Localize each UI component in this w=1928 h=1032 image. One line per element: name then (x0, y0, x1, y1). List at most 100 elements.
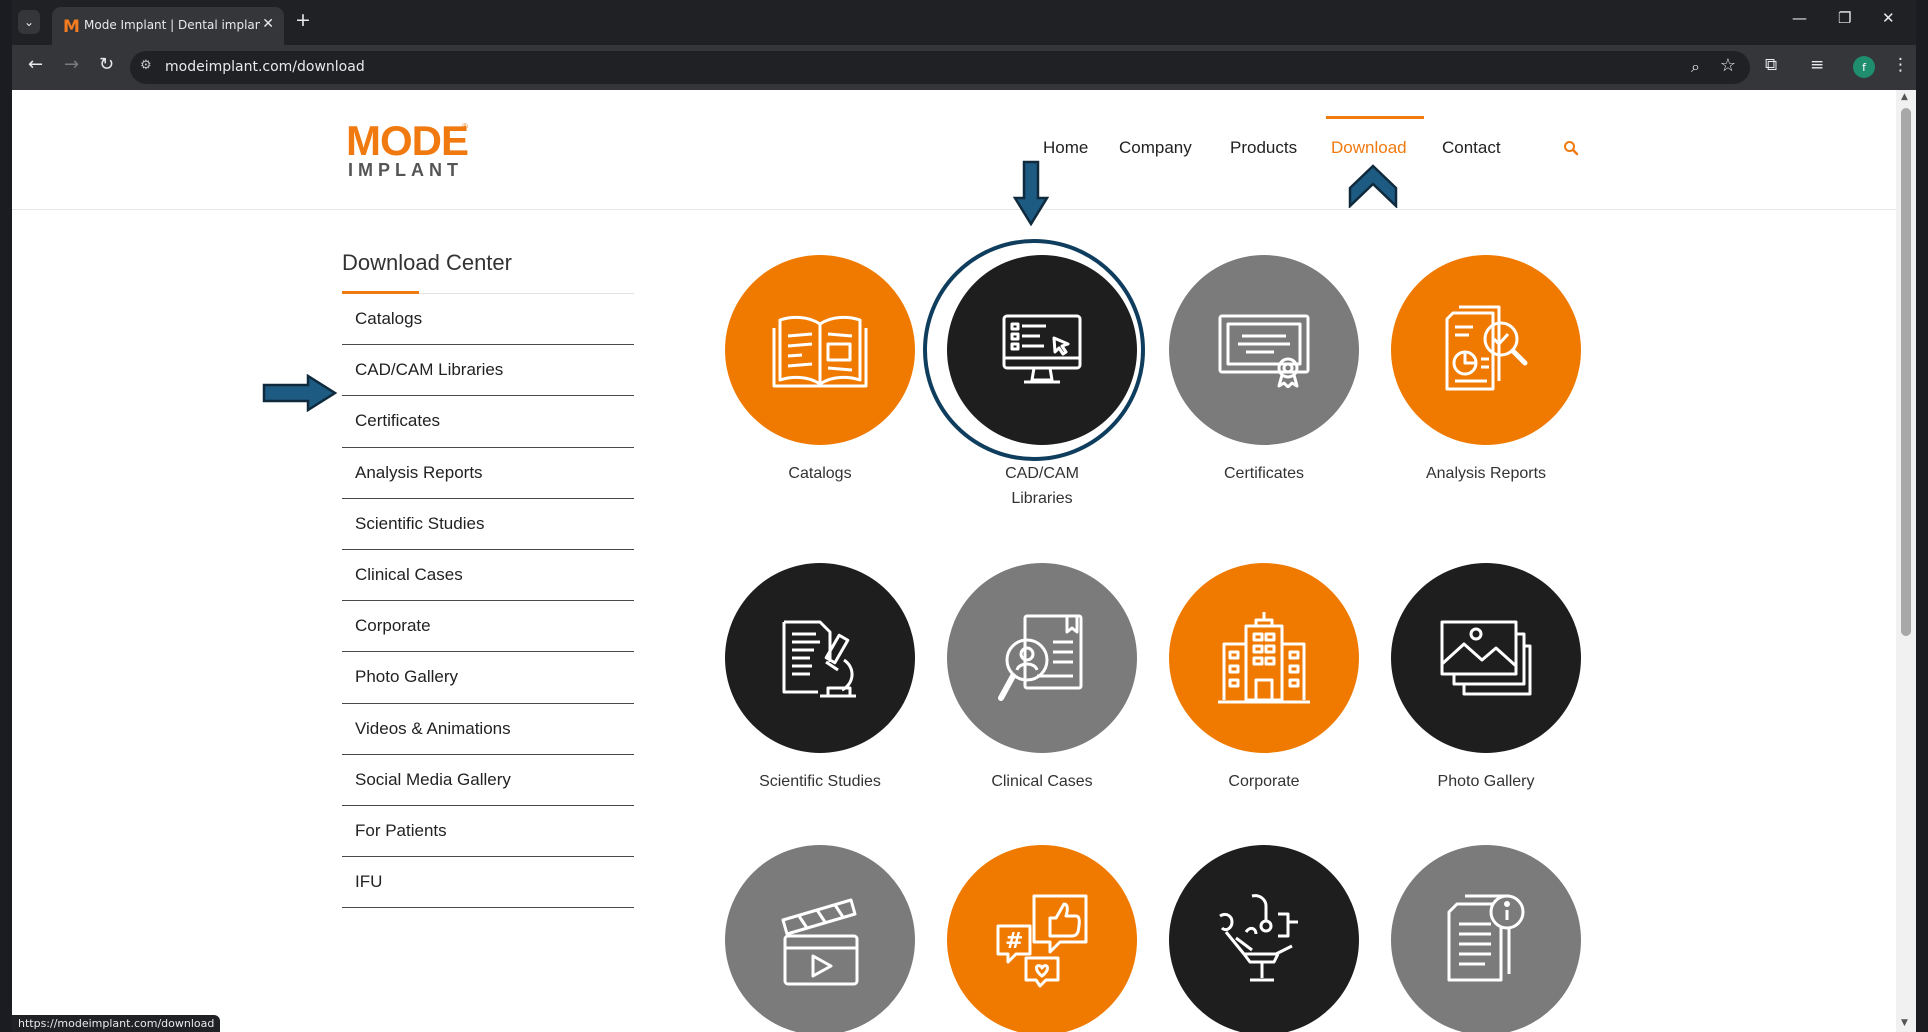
browser-tab[interactable]: M Mode Implant | Dental implant ✕ (52, 7, 284, 45)
svg-text:#: # (1005, 929, 1023, 954)
cadcam-libraries-label[interactable]: CAD/CAM Libraries (982, 461, 1102, 511)
sidebar-item-photo-gallery[interactable]: Photo Gallery (342, 652, 634, 704)
nav-download[interactable]: Download (1331, 138, 1407, 158)
back-button[interactable]: ← (28, 54, 43, 75)
new-tab-button[interactable]: + (295, 9, 311, 31)
sidebar-item-clinical-cases[interactable]: Clinical Cases (342, 550, 634, 602)
videos-circle[interactable] (725, 845, 915, 1032)
site-info-icon[interactable]: ⚙ (140, 58, 152, 73)
nav-company[interactable]: Company (1119, 138, 1192, 158)
grid-item-cadcam-libraries[interactable]: CAD/CAM Libraries (932, 255, 1152, 511)
logo-implant-text: IMPLANT (348, 160, 463, 180)
logo-registered-mark: ® (462, 122, 468, 131)
sidebar-item-analysis-reports[interactable]: Analysis Reports (342, 448, 634, 499)
sidebar-item-certificates[interactable]: Certificates (342, 396, 634, 448)
sidebar-heading: Download Center (342, 250, 512, 275)
book-icon (772, 315, 868, 388)
download-center-sidebar: Download Center Catalogs CAD/CAM Librari… (342, 250, 634, 909)
sidebar-item-cadcam-libraries[interactable]: CAD/CAM Libraries (342, 345, 634, 397)
catalogs-circle[interactable] (725, 255, 915, 445)
scroll-down-arrow-icon[interactable]: ▼ (1901, 1018, 1908, 1028)
sidebar-item-for-patients[interactable]: For Patients (342, 806, 634, 858)
address-bar[interactable]: ⚙ modeimplant.com/download ⌕ ☆ (130, 51, 1750, 84)
scientific-studies-label[interactable]: Scientific Studies (710, 769, 930, 794)
bookmark-star-icon[interactable]: ☆ (1720, 55, 1736, 76)
logo-mode-text: MODE (346, 117, 469, 164)
profile-avatar[interactable]: f (1853, 56, 1875, 78)
sidebar-item-ifu[interactable]: IFU (342, 857, 634, 909)
sidebar-item-videos-animations[interactable]: Videos & Animations (342, 704, 634, 755)
grid-item-photo-gallery[interactable]: Photo Gallery (1376, 563, 1596, 794)
zoom-icon[interactable]: ⌕ (1691, 57, 1700, 77)
page-scrollbar[interactable]: ▲ ▼ (1896, 90, 1916, 1032)
url-text[interactable]: modeimplant.com/download (165, 59, 365, 75)
scrollbar-thumb[interactable] (1901, 108, 1911, 636)
dental-chair-icon (1219, 894, 1298, 982)
extensions-icon[interactable]: ⧉ (1765, 55, 1777, 75)
gallery-icon (1440, 620, 1532, 696)
nav-products[interactable]: Products (1230, 138, 1297, 158)
mode-implant-logo[interactable]: MODE ® IMPLANT (346, 117, 470, 181)
minimize-window-button[interactable]: — (1792, 9, 1807, 27)
search-icon[interactable] (1563, 140, 1579, 160)
grid-item-ifu[interactable] (1376, 845, 1596, 1032)
certificates-label[interactable]: Certificates (1154, 461, 1374, 486)
tab-title: Mode Implant | Dental implant (84, 18, 260, 32)
nav-contact[interactable]: Contact (1442, 138, 1501, 158)
restore-window-button[interactable]: ❐ (1838, 9, 1851, 27)
grid-item-analysis-reports[interactable]: Analysis Reports (1376, 255, 1596, 486)
info-document-icon (1447, 894, 1525, 982)
social-media-circle[interactable]: # (947, 845, 1137, 1032)
media-controls-icon[interactable]: ≡ (1810, 55, 1824, 75)
corporate-label[interactable]: Corporate (1154, 769, 1374, 794)
site-header: MODE ® IMPLANT Home Company Products Dow… (12, 90, 1896, 210)
clinical-cases-circle[interactable] (947, 563, 1137, 753)
catalogs-label[interactable]: Catalogs (710, 461, 930, 486)
tab-search-button[interactable]: ⌄ (18, 10, 40, 34)
sidebar-item-scientific-studies[interactable]: Scientific Studies (342, 499, 634, 550)
photo-gallery-label[interactable]: Photo Gallery (1376, 769, 1596, 794)
corporate-circle[interactable] (1169, 563, 1359, 753)
browser-toolbar: ← → ↻ ⚙ modeimplant.com/download ⌕ ☆ ⧉ ≡… (12, 45, 1916, 90)
certificates-circle[interactable] (1169, 255, 1359, 445)
grid-item-videos-animations[interactable] (710, 845, 930, 1032)
clinical-cases-label[interactable]: Clinical Cases (932, 769, 1152, 794)
browser-menu-icon[interactable]: ⋮ (1892, 55, 1909, 75)
browser-titlebar: ⌄ M Mode Implant | Dental implant ✕ + — … (12, 0, 1916, 45)
grid-item-certificates[interactable]: Certificates (1154, 255, 1374, 486)
clapperboard-icon (781, 898, 859, 986)
grid-item-scientific-studies[interactable]: Scientific Studies (710, 563, 930, 794)
analysis-reports-label[interactable]: Analysis Reports (1376, 461, 1596, 486)
link-status-bar: https://modeimplant.com/download (12, 1015, 221, 1032)
active-nav-indicator (1326, 116, 1424, 119)
cadcam-circle[interactable] (947, 255, 1137, 445)
grid-item-catalogs[interactable]: Catalogs (710, 255, 930, 486)
forward-button[interactable]: → (64, 54, 79, 75)
certificate-icon (1218, 314, 1310, 388)
annotation-arrow-right (262, 374, 338, 412)
case-file-icon (998, 614, 1083, 701)
sidebar-item-social-media-gallery[interactable]: Social Media Gallery (342, 755, 634, 806)
analysis-reports-circle[interactable] (1391, 255, 1581, 445)
monitor-icon (1002, 314, 1082, 384)
for-patients-circle[interactable] (1169, 845, 1359, 1032)
page-viewport: MODE ® IMPLANT Home Company Products Dow… (12, 90, 1896, 1032)
grid-item-corporate[interactable]: Corporate (1154, 563, 1374, 794)
close-window-button[interactable]: ✕ (1882, 9, 1895, 27)
reload-button[interactable]: ↻ (99, 54, 114, 75)
photo-gallery-circle[interactable] (1391, 563, 1581, 753)
grid-item-social-media-gallery[interactable]: # (932, 845, 1152, 1032)
building-icon (1218, 612, 1310, 704)
ifu-circle[interactable] (1391, 845, 1581, 1032)
sidebar-item-catalogs[interactable]: Catalogs (342, 294, 634, 346)
scroll-up-arrow-icon[interactable]: ▲ (1901, 92, 1908, 102)
report-search-icon (1445, 305, 1528, 391)
sidebar-item-corporate[interactable]: Corporate (342, 601, 634, 653)
scientific-studies-circle[interactable] (725, 563, 915, 753)
annotation-arrow-up (1348, 164, 1398, 208)
nav-home[interactable]: Home (1043, 138, 1088, 158)
close-tab-icon[interactable]: ✕ (262, 16, 274, 32)
heading-accent-bar (342, 291, 419, 294)
grid-item-clinical-cases[interactable]: Clinical Cases (932, 563, 1152, 794)
grid-item-for-patients[interactable] (1154, 845, 1374, 1032)
